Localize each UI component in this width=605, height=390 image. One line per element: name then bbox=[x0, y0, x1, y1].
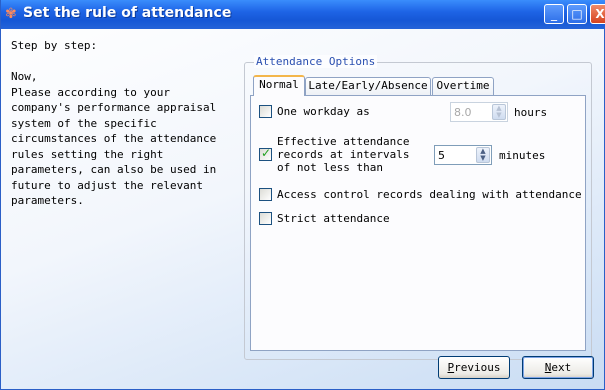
help-panel: Step by step: Now, Please according to y… bbox=[11, 38, 236, 209]
maximize-button[interactable]: □ bbox=[567, 4, 587, 24]
spin-arrows-icon[interactable]: ▲ ▼ bbox=[476, 147, 490, 163]
access-control-label: Access control records dealing with atte… bbox=[277, 188, 582, 201]
checkmark-icon: ✓ bbox=[261, 146, 272, 160]
workday-hours-spinner[interactable]: 8.0 ▲ ▼ bbox=[450, 102, 508, 122]
previous-rest: revious bbox=[454, 361, 501, 374]
help-heading: Step by step: bbox=[11, 39, 98, 52]
interval-minutes-spinner[interactable]: 5 ▲ ▼ bbox=[434, 145, 492, 165]
interval-unit: minutes bbox=[499, 149, 546, 162]
interval-minutes-value: 5 bbox=[438, 149, 445, 162]
next-rest: ext bbox=[551, 361, 572, 374]
workday-label: One workday as bbox=[277, 105, 370, 118]
workday-checkbox[interactable] bbox=[259, 105, 272, 118]
spin-arrows-icon[interactable]: ▲ ▼ bbox=[492, 104, 506, 120]
window-title: Set the rule of attendance bbox=[23, 5, 232, 21]
close-button[interactable]: X bbox=[590, 4, 605, 24]
app-logo-icon: ✾ bbox=[5, 6, 17, 22]
workday-unit: hours bbox=[514, 106, 548, 119]
dialog-window: ✾ Set the rule of attendance _ □ X Step … bbox=[0, 0, 605, 390]
help-body: Now, Please according to your company's … bbox=[11, 70, 217, 207]
strict-attendance-checkbox[interactable] bbox=[259, 212, 272, 225]
effective-interval-label: Effective attendance records at interval… bbox=[277, 135, 410, 174]
minimize-button[interactable]: _ bbox=[544, 4, 564, 24]
workday-hours-value: 8.0 bbox=[454, 106, 472, 119]
next-button[interactable]: Next bbox=[522, 356, 594, 379]
tab-overtime[interactable]: Overtime bbox=[432, 77, 494, 95]
strict-attendance-label: Strict attendance bbox=[277, 212, 390, 225]
access-control-checkbox[interactable] bbox=[259, 188, 272, 201]
effective-interval-checkbox[interactable]: ✓ bbox=[259, 146, 272, 161]
title-bar[interactable]: ✾ Set the rule of attendance _ □ X bbox=[1, 0, 605, 29]
previous-button[interactable]: Previous bbox=[438, 356, 510, 379]
tab-late-early-absence[interactable]: Late/Early/Absence bbox=[305, 77, 431, 95]
tab-normal[interactable]: Normal bbox=[253, 75, 305, 96]
group-label: Attendance Options bbox=[254, 55, 378, 68]
